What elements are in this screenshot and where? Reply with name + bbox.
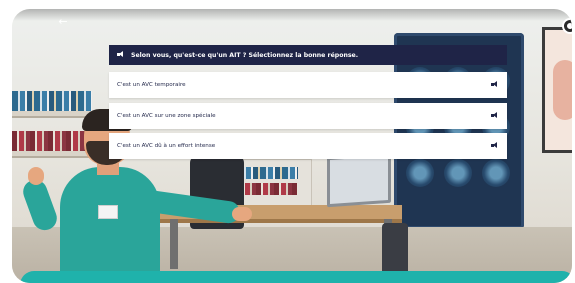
bookshelf-books [12, 131, 92, 151]
question-banner: Selon vous, qu'est-ce qu'un AIT ? Sélect… [109, 45, 507, 65]
game-viewport: ← Selon vous, qu'est-ce qu'un AIT ? Séle… [12, 9, 572, 283]
speaker-icon[interactable] [491, 80, 499, 90]
scan-image [406, 159, 434, 187]
computer-monitor [327, 152, 391, 208]
dialog-panel [20, 271, 572, 283]
answer-label: C'est un AVC dû à un effort intense [117, 143, 216, 149]
doctor-character [60, 167, 160, 283]
answer-label: C'est un AVC sur une zone spéciale [117, 113, 216, 119]
anatomy-poster [542, 27, 572, 153]
doctor-hand [232, 207, 252, 221]
scan-image [482, 159, 510, 187]
doctor-badge [98, 205, 118, 219]
scan-image [444, 159, 472, 187]
answer-option-1[interactable]: C'est un AVC temporaire [109, 72, 507, 98]
speaker-icon[interactable] [491, 141, 499, 151]
answer-label: C'est un AVC temporaire [117, 82, 186, 88]
answer-option-3[interactable]: C'est un AVC dû à un effort intense [109, 133, 507, 159]
question-text: Selon vous, qu'est-ce qu'un AIT ? Sélect… [131, 51, 359, 59]
speaker-icon[interactable] [491, 111, 499, 121]
cabinet-binders [238, 183, 298, 195]
answer-option-2[interactable]: C'est un AVC sur une zone spéciale [109, 103, 507, 129]
doctor-hand [28, 167, 44, 185]
bookshelf-books [12, 91, 92, 111]
speaker-icon[interactable] [117, 50, 125, 60]
top-shadow [12, 9, 572, 21]
gear-icon[interactable] [562, 18, 572, 34]
arrow-left-icon[interactable]: ← [56, 15, 70, 29]
desk-leg [170, 219, 178, 269]
cabinet-binders [238, 167, 298, 179]
